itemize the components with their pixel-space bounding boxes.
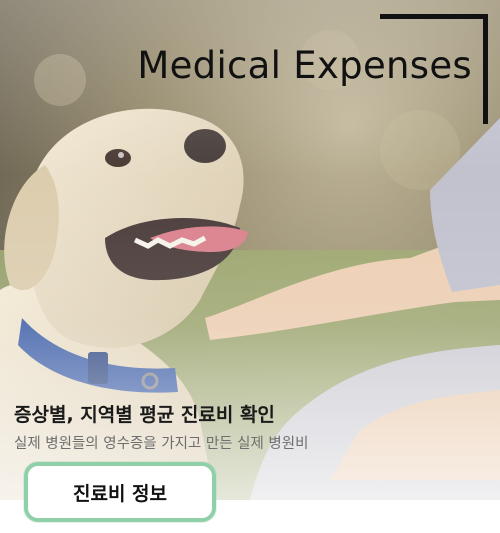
banner-title: Medical Expenses bbox=[137, 44, 472, 87]
banner-subline: 실제 병원들의 영수증을 가지고 만든 실제 병원비 bbox=[14, 436, 309, 452]
corner-bracket-top bbox=[380, 14, 488, 19]
medical-expense-info-label: 진료비 정보 bbox=[72, 482, 167, 505]
medical-expense-info-button[interactable]: 진료비 정보 bbox=[24, 462, 216, 522]
medical-expenses-banner[interactable]: Medical Expenses 증상별, 지역별 평균 진료비 확인 실제 병… bbox=[0, 0, 500, 533]
corner-bracket-side bbox=[483, 14, 488, 124]
banner-headline: 증상별, 지역별 평균 진료비 확인 bbox=[14, 404, 275, 426]
